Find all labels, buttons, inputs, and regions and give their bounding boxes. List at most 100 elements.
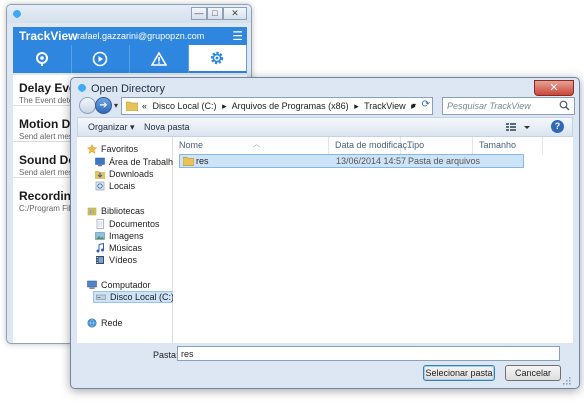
navigation-pane: Favoritos Área de Trabalho Downloads Loc… — [77, 137, 178, 343]
folder-icon — [183, 157, 194, 166]
folder-icon — [126, 101, 138, 111]
column-header-size[interactable]: Tamanho — [473, 137, 543, 154]
column-header-date[interactable]: Data de modificaç... — [329, 137, 415, 154]
libraries-icon — [87, 207, 97, 216]
music-icon — [96, 243, 104, 253]
breadcrumb-overflow[interactable]: « — [142, 101, 147, 111]
maximize-button[interactable]: □ — [207, 7, 223, 20]
sidebar-label: Músicas — [109, 243, 143, 253]
sidebar-label: Rede — [101, 318, 123, 328]
sidebar-item-music[interactable]: Músicas — [95, 242, 142, 254]
search-placeholder: Pesquisar TrackView — [447, 101, 531, 111]
gear-icon — [211, 51, 224, 65]
sort-ascending-icon: ︿ — [253, 141, 260, 148]
search-input[interactable]: Pesquisar TrackView — [442, 97, 575, 115]
file-list: Nome ︿ Data de modificaç... Tipo Tamanho… — [173, 137, 573, 343]
address-dropdown-icon[interactable]: ▾ — [412, 101, 416, 110]
row-date: 13/06/2014 14:57 — [336, 156, 407, 166]
trackview-tabs — [13, 45, 247, 73]
column-header-name[interactable]: Nome ︿ — [173, 137, 329, 154]
cancel-button[interactable]: Cancelar — [505, 365, 561, 381]
warning-icon — [150, 51, 167, 66]
sidebar-item-videos[interactable]: Vídeos — [95, 254, 137, 266]
minimize-button[interactable]: — — [191, 7, 207, 20]
column-label: Tamanho — [479, 140, 517, 150]
tab-play[interactable] — [72, 45, 130, 73]
sidebar-label: Locais — [109, 181, 136, 191]
location-pin-icon — [35, 52, 48, 66]
play-icon — [92, 51, 108, 67]
sidebar-label: Vídeos — [109, 255, 138, 265]
sidebar-item-images[interactable]: Imagens — [95, 230, 144, 242]
user-email: rafael.gazzarini@grupopzn.com — [77, 31, 205, 41]
help-icon[interactable]: ? — [551, 120, 564, 133]
recent-places-icon — [95, 181, 105, 191]
sidebar-header-favorites[interactable]: Favoritos — [87, 143, 138, 155]
breadcrumb-trackview[interactable]: TrackView — [364, 101, 406, 111]
dialog-footer: Pasta: res Selecionar pasta Cancelar — [77, 343, 573, 387]
breadcrumb-separator[interactable]: ▸ — [354, 101, 359, 111]
resize-grip-icon[interactable] — [563, 377, 571, 385]
address-bar[interactable]: « Disco Local (C:) ▸ Arquivos de Program… — [121, 97, 433, 115]
view-options-icon[interactable] — [504, 121, 532, 133]
close-button[interactable]: ✕ — [223, 7, 247, 20]
sidebar-label: Área de Trabalho — [109, 157, 179, 167]
images-icon — [95, 232, 105, 240]
new-folder-button[interactable]: Nova pasta — [144, 122, 190, 132]
column-label: Nome — [179, 140, 204, 150]
trackview-logo: TrackView — [19, 29, 78, 43]
row-type: Pasta de arquivos — [408, 156, 481, 166]
sidebar-label: Bibliotecas — [101, 206, 145, 216]
sidebar-header-libraries[interactable]: Bibliotecas — [87, 205, 145, 217]
tab-settings[interactable] — [188, 45, 247, 73]
command-toolbar: Organizar ▾ Nova pasta ? — [77, 117, 573, 137]
dialog-title: Open Directory — [91, 83, 165, 95]
sidebar-header-computer[interactable]: Computador — [87, 279, 151, 291]
sidebar-item-desktop[interactable]: Área de Trabalho — [95, 156, 178, 168]
dialog-app-icon — [78, 84, 86, 92]
column-header-type[interactable]: Tipo — [401, 137, 473, 154]
sidebar-item-downloads[interactable]: Downloads — [95, 168, 154, 180]
breadcrumb: « Disco Local (C:) ▸ Arquivos de Program… — [142, 101, 419, 112]
navigation-bar: ➔ ▾ « Disco Local (C:) ▸ Arquivos de Pro… — [77, 97, 575, 115]
organize-button[interactable]: Organizar ▾ — [88, 122, 135, 133]
videos-icon — [96, 256, 104, 264]
column-label: Tipo — [407, 140, 425, 150]
downloads-icon — [95, 171, 105, 179]
dialog-close-button[interactable]: ✕ — [534, 80, 574, 96]
breadcrumb-separator[interactable]: ▸ — [222, 101, 227, 111]
breadcrumb-disco-local[interactable]: Disco Local (C:) — [153, 101, 217, 111]
documents-icon — [96, 219, 104, 229]
history-dropdown-icon[interactable]: ▾ — [114, 101, 118, 110]
sidebar-label: Documentos — [109, 219, 160, 229]
computer-icon — [87, 280, 97, 289]
sidebar-header-network[interactable]: Rede — [87, 317, 123, 329]
sidebar-item-locais[interactable]: Locais — [95, 180, 135, 192]
back-button[interactable] — [79, 97, 96, 114]
open-directory-dialog: Open Directory ✕ ➔ ▾ « Disco Local (C:) … — [70, 77, 580, 389]
star-icon — [87, 144, 97, 154]
forward-button[interactable]: ➔ — [95, 97, 112, 114]
row-name: res — [196, 156, 209, 166]
network-icon — [87, 318, 97, 328]
sidebar-label: Disco Local (C:) — [110, 292, 175, 302]
trackview-titlebar[interactable]: — □ ✕ — [7, 5, 251, 23]
hard-drive-icon — [96, 294, 106, 300]
select-folder-button[interactable]: Selecionar pasta — [423, 365, 495, 381]
sidebar-label: Imagens — [109, 231, 144, 241]
tab-location[interactable] — [13, 45, 72, 73]
hamburger-menu-icon[interactable]: ☰ — [232, 29, 243, 43]
search-icon — [559, 100, 570, 111]
sidebar-item-documents[interactable]: Documentos — [95, 218, 160, 230]
tab-alert[interactable] — [130, 45, 189, 73]
trackview-header: TrackView rafael.gazzarini@grupopzn.com … — [13, 27, 247, 45]
breadcrumb-arquivos-de-programas[interactable]: Arquivos de Programas (x86) — [232, 101, 349, 111]
sidebar-item-local-disk[interactable]: Disco Local (C:) — [93, 291, 178, 303]
desktop-icon — [95, 157, 105, 167]
sidebar-label: Favoritos — [101, 144, 139, 154]
sidebar-label: Downloads — [109, 169, 154, 179]
folder-label: Pasta: — [153, 350, 179, 360]
table-row[interactable]: res 13/06/2014 14:57 Pasta de arquivos — [179, 154, 524, 168]
refresh-icon[interactable]: ⟳ — [422, 99, 430, 110]
folder-name-field[interactable]: res — [177, 346, 560, 361]
